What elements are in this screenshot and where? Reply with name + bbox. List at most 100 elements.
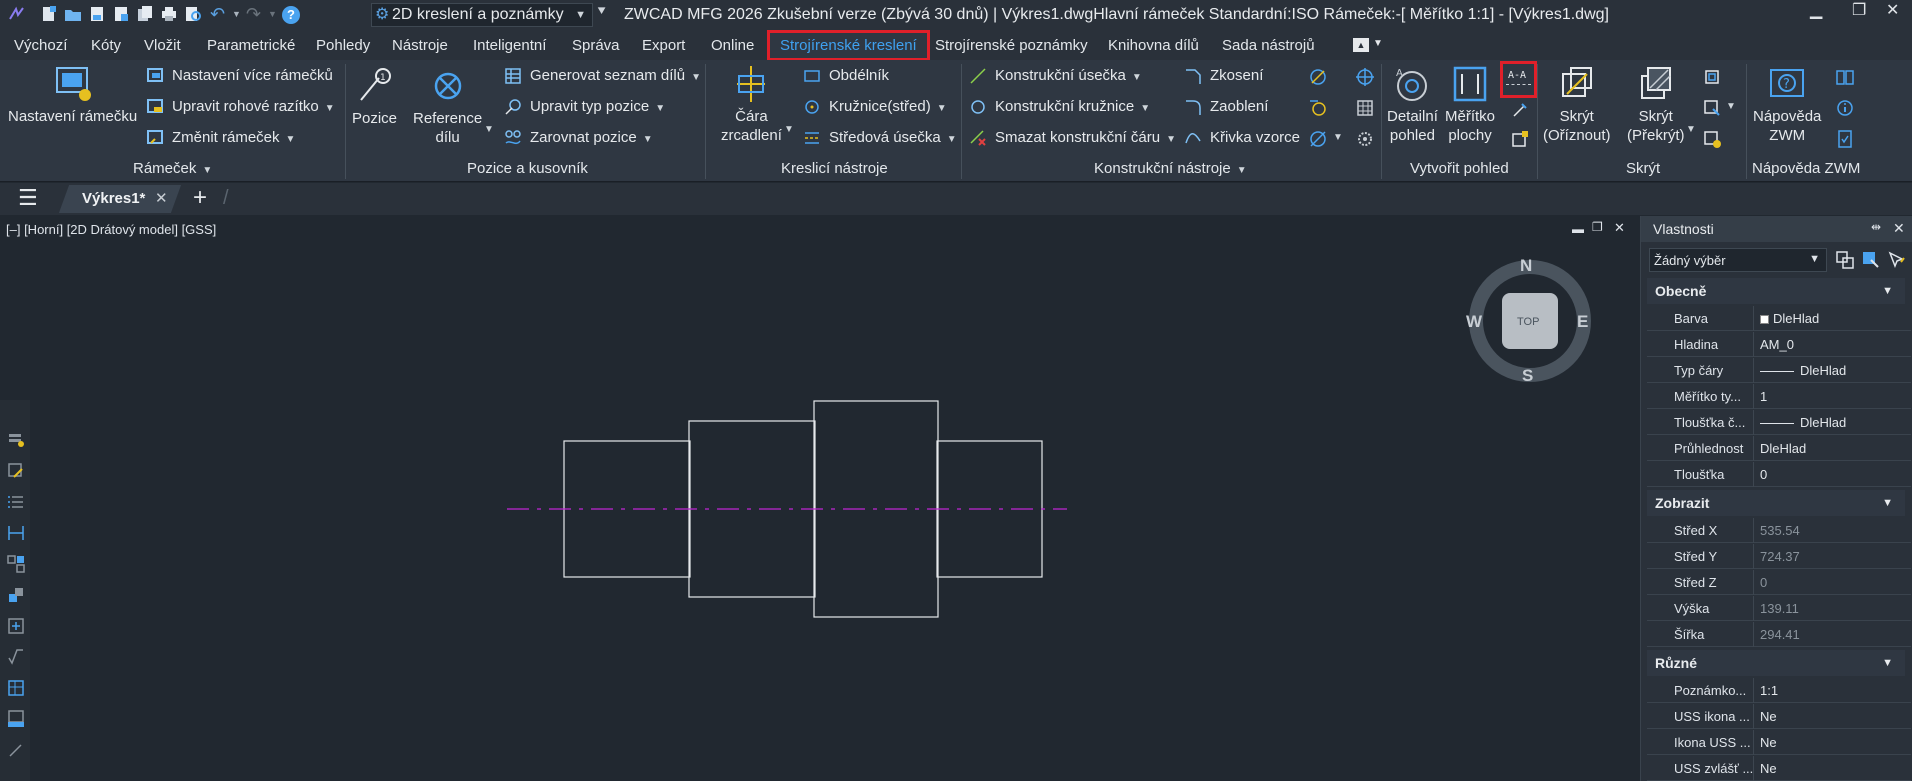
hide-small-icon[interactable] <box>1702 67 1722 87</box>
save-as-icon[interactable] <box>112 5 130 23</box>
tab-inteligentni[interactable]: Inteligentní <box>473 35 546 57</box>
info-icon[interactable] <box>1835 98 1855 118</box>
skryt-dropdown-icon[interactable]: ▼ <box>1686 124 1696 135</box>
workspace-selector[interactable]: ⚙ 2D kreslení a poznámky ▼ <box>371 3 593 27</box>
detailni-pohled-button[interactable]: A Detailní pohled <box>1387 64 1438 145</box>
skryt-oriznout-button[interactable]: Skrýt (Oříznout) <box>1543 64 1611 145</box>
property-value[interactable]: 724.37 <box>1753 544 1911 569</box>
undo-dropdown-icon[interactable]: ▼ <box>232 9 241 19</box>
dropdown-arrow-icon[interactable]: ▼ <box>1726 101 1736 112</box>
property-value[interactable]: DleHlad <box>1753 358 1911 383</box>
dropdown-arrow-icon[interactable]: ▼ <box>691 72 701 83</box>
dropdown-arrow-icon[interactable]: ▼ <box>325 103 335 114</box>
quick-select-icon[interactable] <box>1887 250 1907 270</box>
customize-quick-access-icon[interactable]: ⯆ <box>596 3 607 20</box>
pen-icon[interactable] <box>6 740 26 760</box>
pozice-button[interactable]: 1 Pozice <box>352 66 397 128</box>
tab-nastroje[interactable]: Nástroje <box>392 35 448 57</box>
tab-koty[interactable]: Kóty <box>91 35 121 57</box>
property-value[interactable]: 0 <box>1753 462 1911 487</box>
print-preview-icon[interactable] <box>184 5 202 23</box>
hide-settings-icon[interactable] <box>1702 129 1722 149</box>
section-header[interactable]: Zobrazit ▼ <box>1647 490 1905 516</box>
open-file-icon[interactable] <box>64 5 82 23</box>
dropdown-arrow-icon[interactable]: ▼ <box>937 103 947 114</box>
property-row[interactable]: Tloušťka 0 <box>1647 462 1911 487</box>
tab-vychozi[interactable]: Výchozí <box>14 35 67 57</box>
new-file-icon[interactable] <box>40 5 58 23</box>
group-icon[interactable] <box>6 554 26 574</box>
property-value[interactable]: 1 <box>1753 384 1911 409</box>
nastaveni-vice-ramecku-button[interactable]: Nastavení více rámečků <box>146 65 333 87</box>
upravit-typ-pozice-button[interactable]: Upravit typ pozice ▼ <box>504 96 665 118</box>
crosshair-circle-icon[interactable] <box>1355 67 1375 87</box>
property-row[interactable]: USS zvlášť ... Ne <box>1647 756 1911 781</box>
dropdown-arrow-icon[interactable]: ▼ <box>947 134 957 145</box>
hide-edit-icon[interactable] <box>1702 98 1722 118</box>
zmenit-ramecek-button[interactable]: Změnit rámeček ▼ <box>146 127 295 149</box>
tab-online[interactable]: Online <box>711 35 754 57</box>
dropdown-arrow-icon[interactable]: ▼ <box>643 134 653 145</box>
redo-dropdown-icon[interactable]: ▼ <box>268 9 277 19</box>
property-row[interactable]: Hladina AM_0 <box>1647 332 1911 357</box>
section-view-button[interactable]: A-A <box>1500 61 1537 98</box>
check-document-icon[interactable] <box>1835 129 1855 149</box>
property-row[interactable]: Šířka 294.41 <box>1647 622 1911 647</box>
property-row[interactable]: Střed Y 724.37 <box>1647 544 1911 569</box>
property-row[interactable]: Střed X 535.54 <box>1647 518 1911 543</box>
konstrukcni-usecka-button[interactable]: Konstrukční úsečka ▼ <box>969 65 1142 87</box>
krivka-vzorce-button[interactable]: Křivka vzorce <box>1184 127 1300 149</box>
property-value[interactable]: DleHlad <box>1753 436 1911 461</box>
print-icon[interactable] <box>160 5 178 23</box>
help-icon[interactable]: ? <box>282 6 300 24</box>
property-row[interactable]: Poznámko... 1:1 <box>1647 678 1911 703</box>
minimize-icon[interactable]: ▁ <box>1810 0 1822 20</box>
section-edit-icon[interactable] <box>1510 100 1530 120</box>
redo-icon[interactable]: ↷ <box>246 4 261 25</box>
property-row[interactable]: Měřítko ty... 1 <box>1647 384 1911 409</box>
property-value[interactable]: 0 <box>1753 570 1911 595</box>
property-row[interactable]: Průhlednost DleHlad <box>1647 436 1911 461</box>
property-value[interactable]: Ne <box>1753 704 1911 729</box>
property-row[interactable]: Střed Z 0 <box>1647 570 1911 595</box>
cara-zrcadleni-button[interactable]: Čára zrcadlení <box>721 64 782 145</box>
angle-line-icon[interactable] <box>1308 67 1328 87</box>
reference-dilu-button[interactable]: Reference dílu <box>413 66 482 147</box>
close-tab-icon[interactable]: ✕ <box>155 189 168 207</box>
reference-dilu-dropdown-icon[interactable]: ▼ <box>484 124 494 135</box>
tab-strojirenske-poznamky[interactable]: Strojírenské poznámky <box>935 35 1088 57</box>
zkoseni-button[interactable]: Zkosení <box>1184 65 1263 87</box>
generovat-seznam-dilu-button[interactable]: Generovat seznam dílů ▼ <box>504 65 701 87</box>
formula-icon[interactable] <box>6 647 26 667</box>
property-row[interactable]: USS ikona ... Ne <box>1647 704 1911 729</box>
gear-grid-icon[interactable] <box>1355 129 1375 149</box>
konstrukcni-kruznice-button[interactable]: Konstrukční kružnice ▼ <box>969 96 1150 118</box>
property-value[interactable]: 294.41 <box>1753 622 1911 647</box>
property-row[interactable]: Barva DleHlad <box>1647 306 1911 331</box>
tab-strojirenske-kresleni[interactable]: Strojírenské kreslení <box>767 30 930 61</box>
obdelnik-button[interactable]: Obdélník <box>803 65 889 87</box>
meritko-plochy-button[interactable]: Měřítko plochy <box>1445 64 1495 145</box>
pdf-icon[interactable] <box>6 709 26 729</box>
property-row[interactable]: Výška 139.11 <box>1647 596 1911 621</box>
dropdown-arrow-icon[interactable]: ▼ <box>1132 72 1142 83</box>
dropdown-arrow-icon[interactable]: ▼ <box>1333 132 1343 143</box>
nastaveni-ramecku-button[interactable]: Nastavení rámečku <box>8 64 137 126</box>
view-add-icon[interactable] <box>1510 129 1530 149</box>
tab-sprava[interactable]: Správa <box>572 35 620 57</box>
selection-dropdown[interactable]: Žádný výběr ▼ <box>1649 248 1827 272</box>
tab-parametricke[interactable]: Parametrické <box>207 35 295 57</box>
auto-hide-icon[interactable]: ⇹ <box>1871 220 1881 234</box>
property-row[interactable]: Tloušťka č... DleHlad <box>1647 410 1911 435</box>
section-header[interactable]: Obecně ▼ <box>1647 278 1905 304</box>
smazat-konstrukcni-caru-button[interactable]: Smazat konstrukční čáru ▼ <box>969 127 1176 149</box>
select-objects-icon[interactable] <box>1861 250 1881 270</box>
table-icon[interactable] <box>6 678 26 698</box>
layer-manager-icon[interactable] <box>6 430 26 450</box>
property-value[interactable]: DleHlad <box>1753 410 1911 435</box>
property-value[interactable]: 139.11 <box>1753 596 1911 621</box>
undo-icon[interactable]: ↶ <box>210 4 225 25</box>
minimize-ribbon-icon[interactable]: ▲ <box>1353 38 1369 52</box>
dropdown-arrow-icon[interactable]: ▼ <box>1166 134 1176 145</box>
menu-hamburger-icon[interactable]: ☰ <box>18 187 38 209</box>
